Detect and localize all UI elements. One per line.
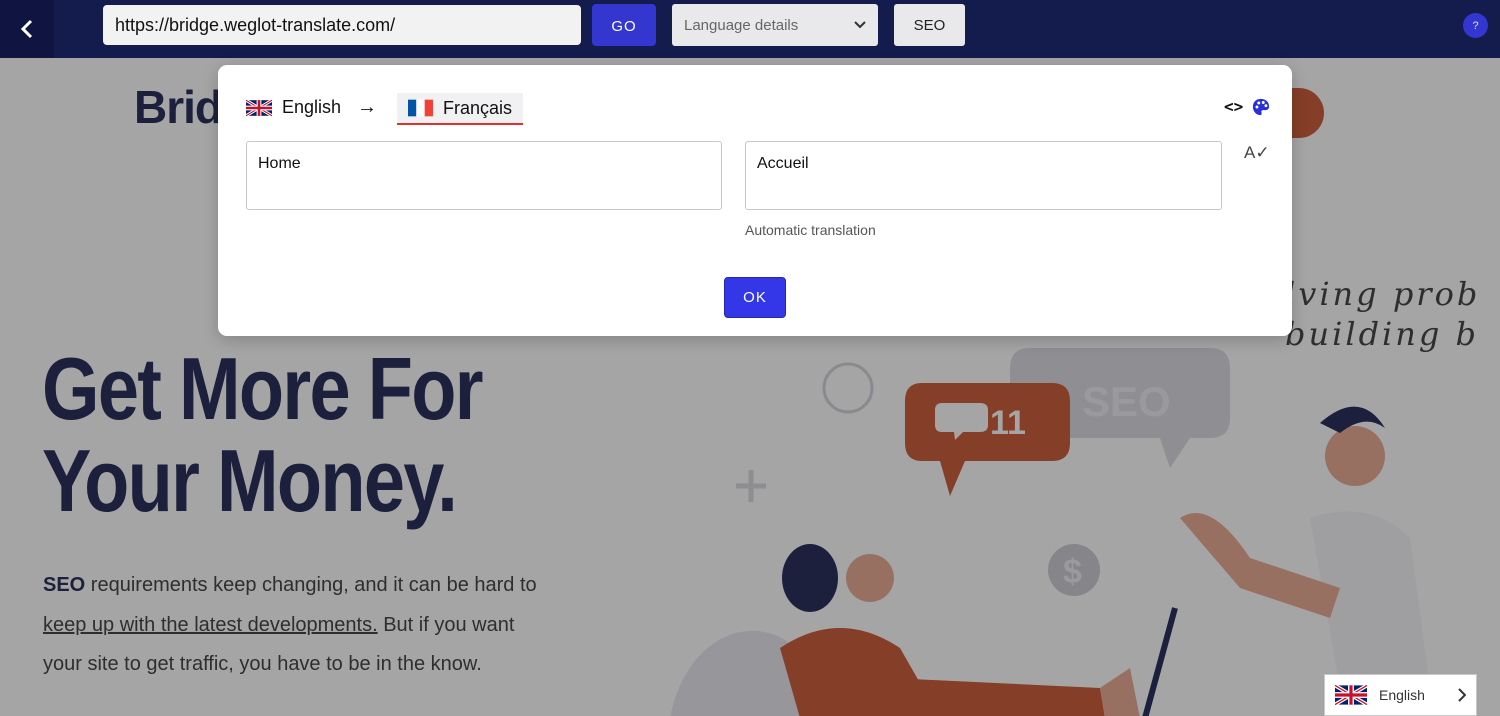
language-switcher[interactable]: English <box>1324 674 1477 716</box>
uk-flag-icon <box>1335 685 1367 705</box>
ok-button[interactable]: OK <box>724 277 786 318</box>
source-language: English <box>246 97 341 118</box>
chevron-right-icon <box>1458 688 1466 702</box>
source-language-label: English <box>282 97 342 117</box>
go-button[interactable]: GO <box>592 4 656 46</box>
chevron-left-icon <box>20 19 33 39</box>
source-text-field: Home <box>246 141 722 210</box>
help-button[interactable]: ? <box>1463 13 1488 38</box>
code-icon[interactable]: <> <box>1224 97 1243 116</box>
france-flag-icon <box>408 99 433 117</box>
translation-text-field[interactable]: Accueil <box>745 141 1222 210</box>
target-language-tab[interactable]: Français <box>397 93 524 125</box>
uk-flag-icon <box>246 98 272 117</box>
switcher-language-label: English <box>1379 687 1425 703</box>
automatic-translation-note: Automatic translation <box>745 222 876 238</box>
spellcheck-icon[interactable]: A✓ <box>1244 143 1270 163</box>
palette-icon[interactable] <box>1252 98 1270 116</box>
toolbar: GO Language details SEO ? <box>0 0 1500 58</box>
target-language-label: Français <box>443 97 513 118</box>
back-button[interactable] <box>0 0 54 58</box>
chevron-down-icon <box>854 21 866 29</box>
seo-button[interactable]: SEO <box>894 4 965 46</box>
translation-modal: English → Français <> A✓ Home Accueil Au… <box>218 65 1292 336</box>
language-details-select[interactable]: Language details <box>672 4 878 46</box>
arrow-right-icon: → <box>357 96 377 118</box>
url-input[interactable] <box>103 5 581 45</box>
language-select-value: Language details <box>684 16 799 34</box>
